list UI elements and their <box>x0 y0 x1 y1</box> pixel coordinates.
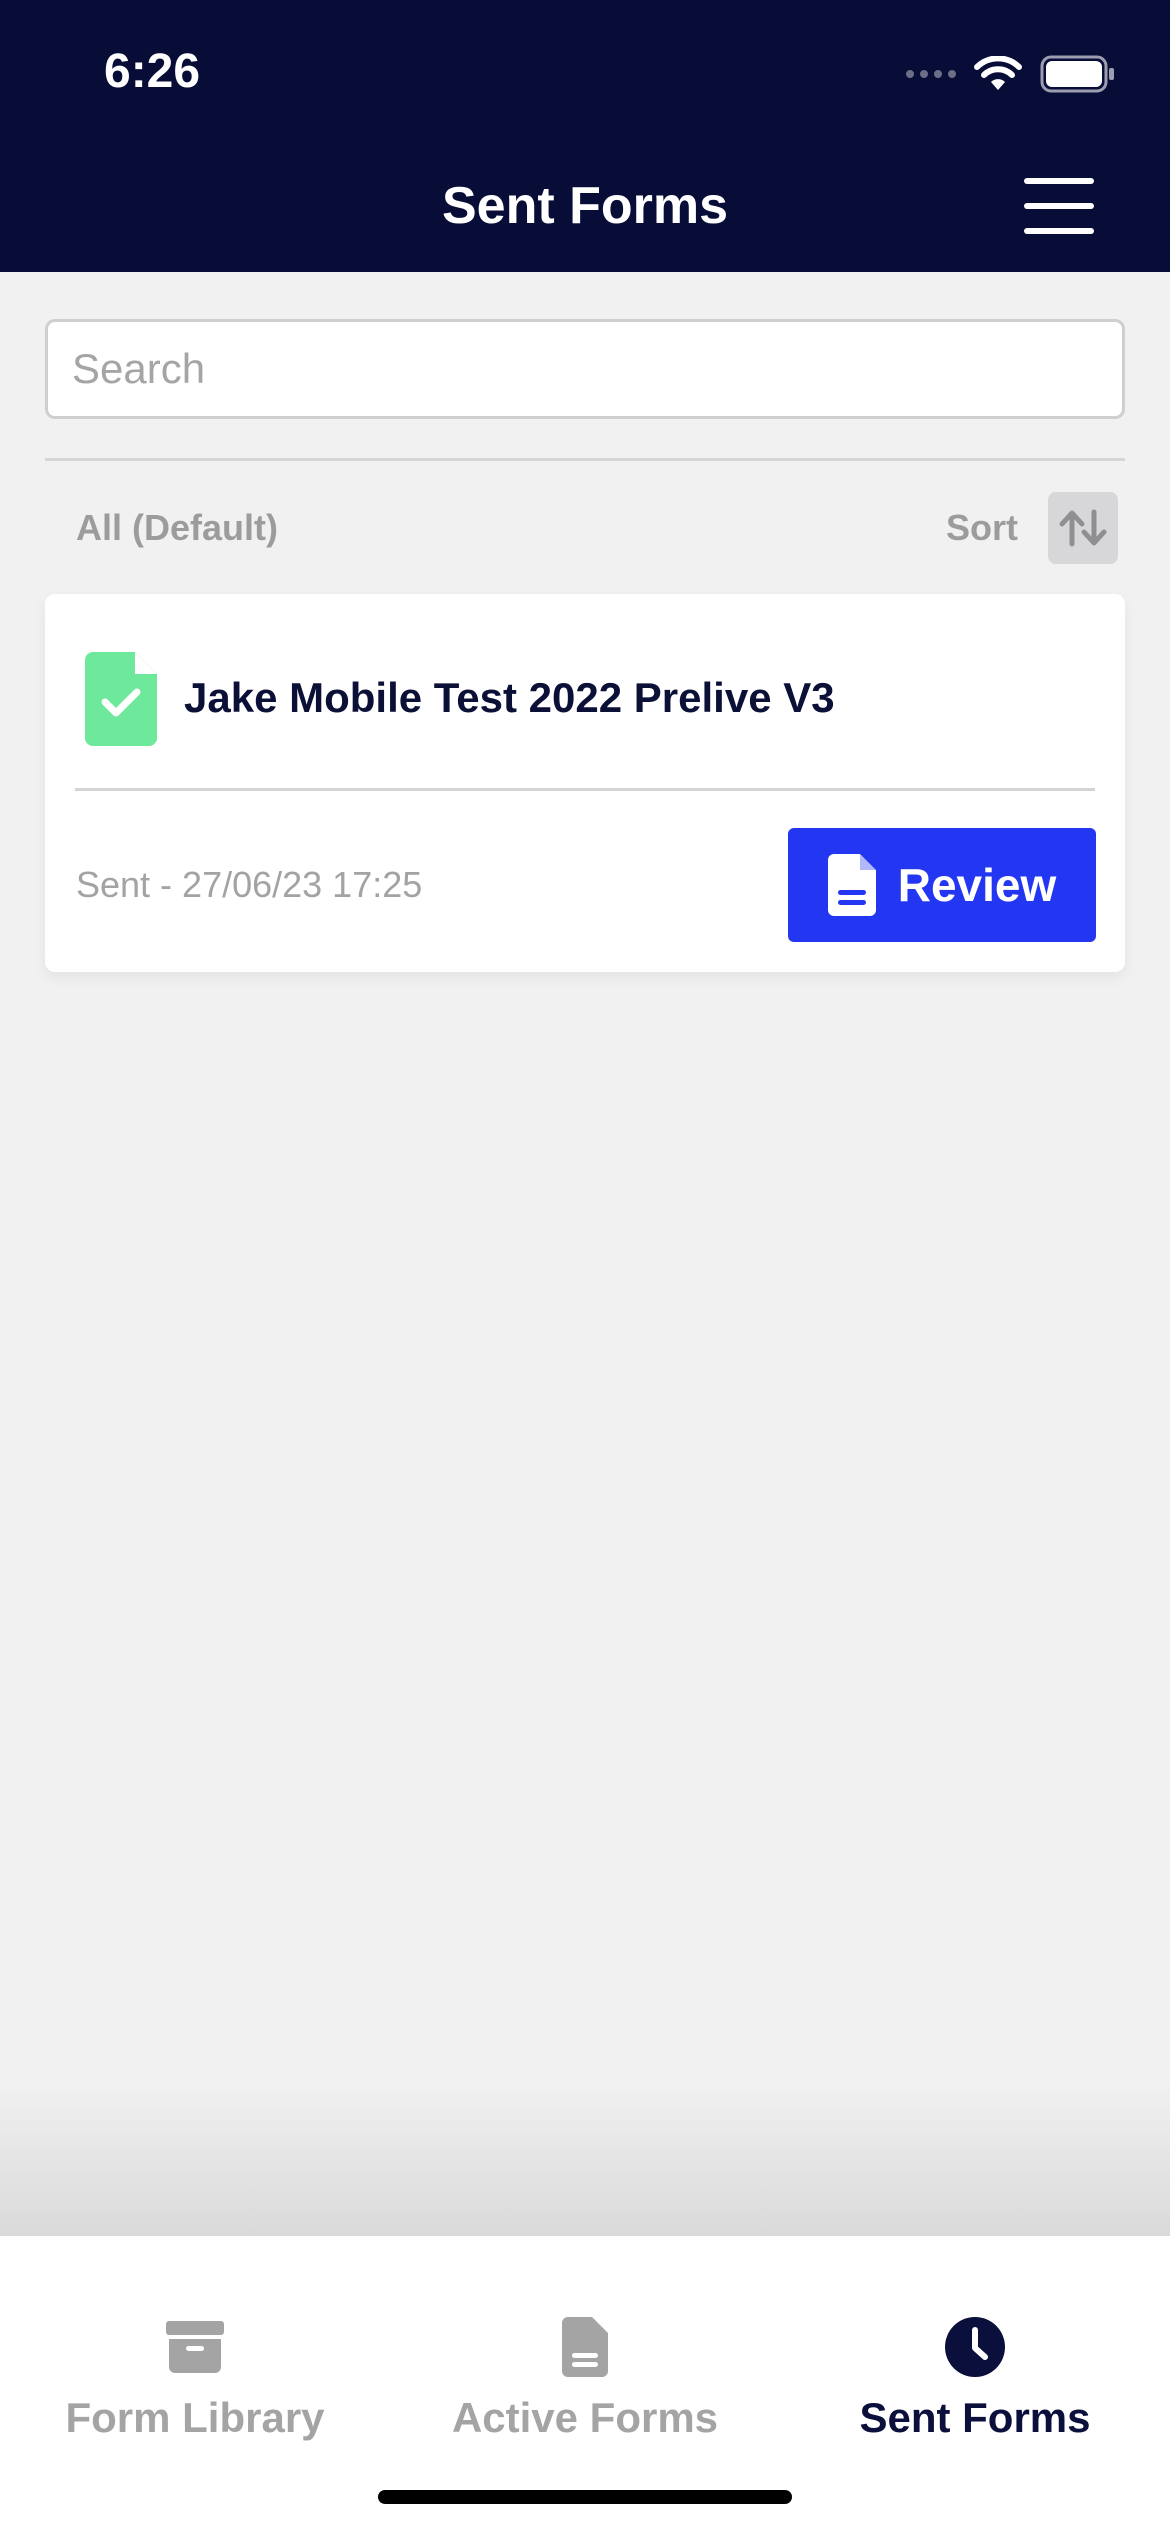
archive-box-icon <box>166 2321 224 2373</box>
bottom-shadow <box>0 2080 1170 2236</box>
tab-bar: Form Library Active Forms Sent Forms <box>0 2236 1170 2532</box>
file-check-icon <box>85 652 157 746</box>
review-button[interactable]: Review <box>788 828 1096 942</box>
wifi-icon <box>974 56 1022 90</box>
document-icon <box>827 854 876 916</box>
form-title: Jake Mobile Test 2022 Prelive V3 <box>184 674 835 721</box>
clock-icon <box>945 2317 1005 2377</box>
home-indicator <box>378 2490 792 2504</box>
document-icon <box>562 2317 608 2377</box>
divider <box>45 458 1125 461</box>
tab-label: Sent Forms <box>859 2394 1091 2441</box>
page-title: Sent Forms <box>441 177 729 235</box>
tab-label: Active Forms <box>451 2394 719 2441</box>
sort-label: Sort <box>946 507 1018 548</box>
status-indicators <box>906 52 1116 96</box>
sort-button[interactable] <box>1048 492 1118 564</box>
app-header: 6:26 Sent Forms <box>0 0 1170 272</box>
card-divider <box>75 788 1095 791</box>
sent-form-card[interactable]: Jake Mobile Test 2022 Prelive V3 Sent - … <box>45 594 1125 972</box>
status-time: 6:26 <box>104 45 201 98</box>
tab-active-forms[interactable]: Active Forms <box>390 2236 780 2456</box>
sort-arrows-icon <box>1059 509 1107 547</box>
hamburger-menu-icon[interactable] <box>1024 178 1094 234</box>
review-button-label: Review <box>897 859 1057 911</box>
filter-dropdown[interactable]: All (Default) <box>76 507 278 549</box>
battery-icon <box>1040 55 1114 93</box>
tab-label: Form Library <box>65 2394 325 2441</box>
tab-form-library[interactable]: Form Library <box>0 2236 390 2456</box>
cellular-signal-icon <box>906 70 956 78</box>
sent-timestamp: Sent - 27/06/23 17:25 <box>76 864 423 905</box>
search-input[interactable] <box>45 319 1125 419</box>
tab-sent-forms[interactable]: Sent Forms <box>780 2236 1170 2456</box>
